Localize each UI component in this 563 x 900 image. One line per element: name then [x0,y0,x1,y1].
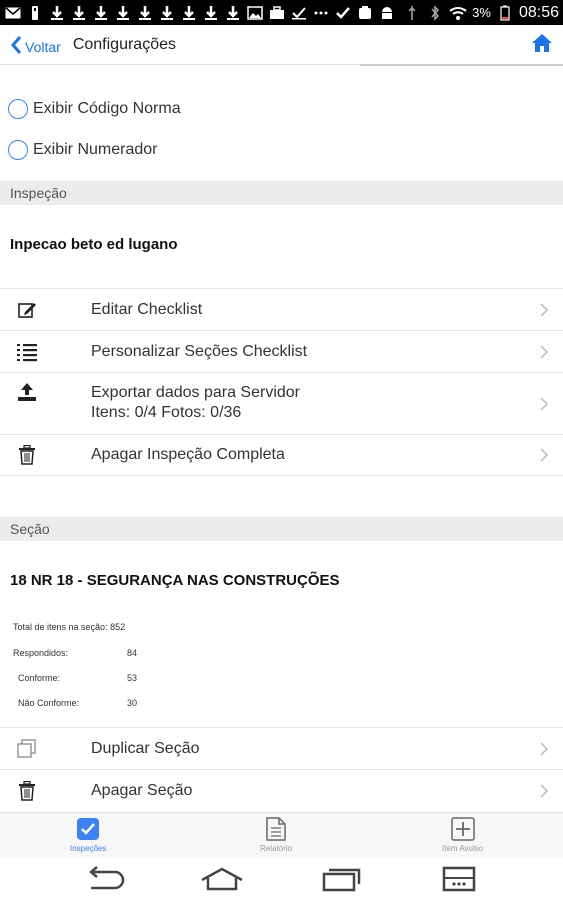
edit-icon [16,299,38,321]
chevron-right-icon [540,448,549,462]
briefcase-icon [268,5,286,21]
chevron-right-icon [540,344,549,359]
row-label: Apagar Inspeção Completa [91,446,285,463]
download-icon [92,5,110,21]
customize-sections-row[interactable]: Personalizar Seções Checklist [0,330,563,372]
stat-value: 30 [127,698,138,708]
chevron-right-icon [540,396,549,411]
tab-label: Item Avulso [442,844,484,853]
row-label: Apagar Seção [91,782,193,799]
recent-apps-icon[interactable] [322,866,362,892]
check-icon [334,5,352,21]
page-title: Configurações [72,35,176,53]
delete-inspection-row[interactable]: Apagar Inspeção Completa [0,434,563,476]
download-icon [136,5,154,21]
menu-grid-icon[interactable] [442,866,476,892]
stat-nonconform: Não Conforme: 30 [18,698,137,708]
radio-button[interactable] [8,140,28,160]
home-icon [532,34,552,52]
system-navigation-bar [0,858,563,900]
battery-icon [496,5,514,21]
back-button[interactable]: Voltar [10,35,61,55]
wifi-icon [449,5,467,21]
upload-icon [16,381,38,403]
row-label: Exportar dados para Servidor Itens: 0/4 … [91,383,300,423]
stat-label: Total de itens na seção: [13,622,108,632]
status-bar: 3% 08:56 [0,0,563,25]
system-status: 3% 08:56 [403,4,559,22]
dots-icon [312,5,330,21]
tab-inspections[interactable]: Inspeções [70,817,106,853]
section-header: Seção [0,517,563,541]
download-icon [224,5,242,21]
notification-icons [4,5,396,21]
trash-icon [16,444,38,466]
copy-icon [16,738,38,760]
list-icon [16,341,38,363]
option-label: Exibir Código Norma [33,100,181,117]
bluetooth-icon [426,4,444,21]
back-arrow-icon[interactable] [85,866,125,892]
battery-percent: 3% [472,5,491,20]
check-icon [290,5,308,21]
row-label: Editar Checklist [91,300,203,318]
image-icon [246,5,264,21]
row-label: Duplicar Seção [91,739,200,757]
tab-bar: Inspeções Relatório Item Avulso [0,812,563,858]
option-show-code[interactable]: Exibir Código Norma [8,99,181,119]
chevron-right-icon [540,741,549,756]
tab-standalone-item[interactable]: Item Avulso [442,817,483,853]
back-label: Voltar [25,38,61,55]
tab-label: Relatório [260,844,293,853]
stat-total: Total de itens na seção: 852 [13,622,125,632]
stat-label: Não Conforme: [18,698,80,708]
tab-label: Inspeções [70,844,107,853]
tab-report[interactable]: Relatório [260,817,292,853]
option-show-numerator[interactable]: Exibir Numerador [8,140,157,160]
download-icon [114,5,132,21]
chevron-left-icon [11,35,22,54]
home-button[interactable] [531,33,553,58]
stat-value: 852 [110,622,126,632]
stat-label: Respondidos: [13,648,69,658]
plus-box-icon [450,817,475,841]
download-icon [158,5,176,21]
inspection-header: Inspeção [0,181,563,205]
download-icon [202,5,220,21]
download-icon [70,5,88,21]
navigation-bar: Voltar Configurações [0,25,563,65]
section-name: 18 NR 18 - SEGURANÇA NAS CONSTRUÇÕES [10,572,340,589]
mail-icon [4,5,22,21]
stat-conform: Conforme: 53 [18,673,137,683]
stat-label: Conforme: [18,673,61,683]
trash-icon [16,780,38,802]
clipboard-icon [356,5,374,21]
edit-checklist-row[interactable]: Editar Checklist [0,288,563,330]
chevron-right-icon [540,784,549,798]
download-icon [48,5,66,21]
android-icon [378,5,396,21]
chevron-right-icon [540,302,549,317]
nav-divider [360,64,563,66]
download-icon [180,5,198,21]
export-data-row[interactable]: Exportar dados para Servidor Itens: 0/4 … [0,372,563,434]
stat-answered: Respondidos: 84 [13,648,137,658]
duplicate-section-row[interactable]: Duplicar Seção [0,727,563,769]
home-nav-icon[interactable] [200,866,244,892]
checkbox-icon [77,818,100,840]
radio-button[interactable] [8,99,28,119]
document-icon [266,817,286,841]
delete-section-row[interactable]: Apagar Seção [0,769,563,812]
inspection-name: Inpecao beto ed lugano [10,236,178,253]
row-label: Personalizar Seções Checklist [91,342,308,360]
usb-icon [403,5,421,21]
usb-icon [26,5,44,21]
stat-value: 84 [127,648,138,658]
clock: 08:56 [518,3,559,21]
option-label: Exibir Numerador [33,141,158,158]
export-counts: Itens: 0/4 Fotos: 0/36 [91,404,242,421]
stat-value: 53 [127,673,138,683]
export-label: Exportar dados para Servidor [91,384,300,401]
